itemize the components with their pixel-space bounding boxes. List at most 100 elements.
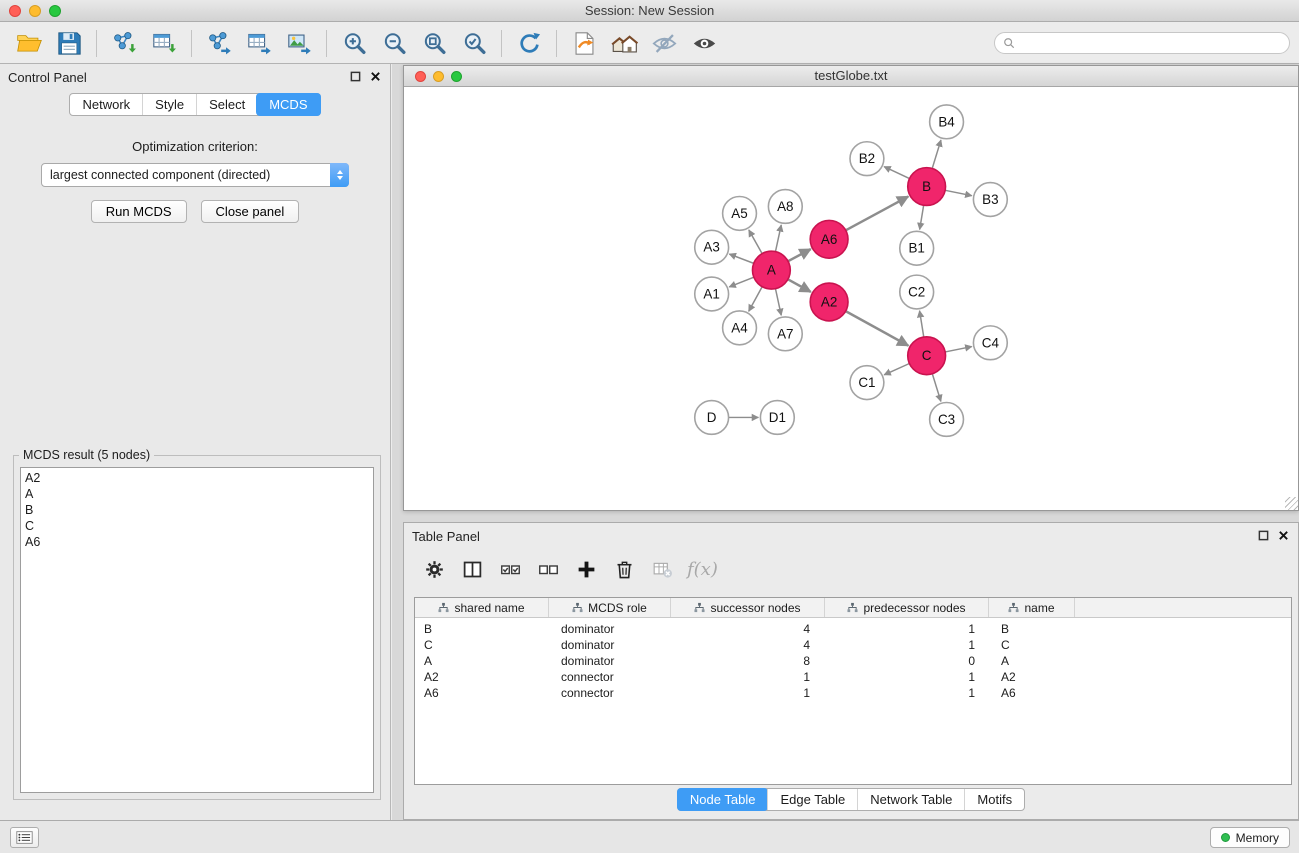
homes-icon[interactable] [604,27,644,59]
close-panel-button[interactable]: Close panel [201,200,300,223]
tab-motifs[interactable]: Motifs [964,789,1024,810]
table-cell[interactable]: 4 [671,622,825,636]
network-node-C1[interactable]: C1 [850,366,884,400]
network-edge-A-A4[interactable] [749,287,763,312]
table-cell[interactable]: B [989,622,1075,636]
close-window-button[interactable] [9,5,21,17]
tab-mcds[interactable]: MCDS [256,93,320,116]
columns-icon[interactable] [456,554,489,584]
tab-style[interactable]: Style [142,94,196,115]
close-panel-icon[interactable] [370,71,381,82]
memory-button[interactable]: Memory [1210,827,1290,848]
network-node-A4[interactable]: A4 [723,311,757,345]
dropdown-stepper-icon[interactable] [330,163,349,187]
network-edge-B-B2[interactable] [884,167,909,179]
tab-network[interactable]: Network [70,94,142,115]
import-table-icon[interactable] [144,27,184,59]
network-node-B2[interactable]: B2 [850,142,884,176]
run-mcds-button[interactable]: Run MCDS [91,200,187,223]
float-panel-icon[interactable] [1258,530,1269,541]
table-cell[interactable]: 1 [825,670,989,684]
table-cell[interactable]: 1 [825,638,989,652]
network-node-A6[interactable]: A6 [810,220,848,258]
zoom-selected-icon[interactable] [454,27,494,59]
network-edge-C-C3[interactable] [932,374,941,402]
table-cell[interactable]: 1 [671,670,825,684]
deselect-all-icon[interactable] [532,554,565,584]
network-edge-A-A6[interactable] [788,249,811,261]
table-cell[interactable]: C [989,638,1075,652]
table-row[interactable]: Adominator80A [415,653,1291,669]
network-zoom-button[interactable] [451,71,462,82]
tab-node-table[interactable]: Node Table [677,788,769,811]
add-icon[interactable] [570,554,603,584]
tab-edge-table[interactable]: Edge Table [767,789,857,810]
table-cell[interactable]: dominator [549,622,671,636]
table-cell[interactable]: C [415,638,549,652]
network-edge-B-B3[interactable] [945,190,972,195]
criterion-dropdown[interactable]: largest connected component (directed) [41,163,349,187]
table-row[interactable]: A2connector11A2 [415,669,1291,685]
hide-details-icon[interactable] [644,27,684,59]
table-cell[interactable]: 1 [671,686,825,700]
table-cell[interactable]: connector [549,686,671,700]
table-cell[interactable]: 0 [825,654,989,668]
network-edge-A2-C[interactable] [846,311,909,346]
network-node-B[interactable]: B [908,168,946,206]
fx-button[interactable]: f(x) [687,559,718,580]
zoom-fit-icon[interactable] [414,27,454,59]
network-node-A3[interactable]: A3 [695,230,729,264]
network-node-B3[interactable]: B3 [973,183,1007,217]
open-folder-icon[interactable] [9,27,49,59]
network-node-C2[interactable]: C2 [900,275,934,309]
show-details-icon[interactable] [684,27,724,59]
network-edge-B-B1[interactable] [920,205,924,229]
network-node-A7[interactable]: A7 [768,317,802,351]
network-node-A2[interactable]: A2 [810,283,848,321]
network-edge-A-A2[interactable] [788,279,811,292]
network-edge-A-A3[interactable] [729,254,753,263]
table-cell[interactable]: dominator [549,654,671,668]
table-cell[interactable]: 1 [825,622,989,636]
table-cell[interactable]: A [989,654,1075,668]
column-header-name[interactable]: name [989,598,1075,617]
network-edge-C-C4[interactable] [945,347,972,352]
table-row[interactable]: A6connector11A6 [415,685,1291,701]
resize-grip[interactable] [1285,497,1298,510]
mcds-result-item[interactable]: A2 [25,470,369,486]
select-all-icon[interactable] [494,554,527,584]
mcds-result-item[interactable]: C [25,518,369,534]
network-node-C4[interactable]: C4 [973,326,1007,360]
network-edge-C-C2[interactable] [920,311,924,337]
table-cell[interactable]: A6 [415,686,549,700]
column-header-predecessor-nodes[interactable]: predecessor nodes [825,598,989,617]
network-minimize-button[interactable] [433,71,444,82]
table-cell[interactable]: connector [549,670,671,684]
network-node-A8[interactable]: A8 [768,190,802,224]
tab-select[interactable]: Select [196,94,257,115]
table-cell[interactable]: A [415,654,549,668]
network-node-C[interactable]: C [908,337,946,375]
column-header-shared-name[interactable]: shared name [415,598,549,617]
save-icon[interactable] [49,27,89,59]
search-input[interactable] [1020,36,1281,50]
export-image-icon[interactable] [279,27,319,59]
table-cell[interactable]: 4 [671,638,825,652]
export-table-icon[interactable] [239,27,279,59]
network-close-button[interactable] [415,71,426,82]
network-edge-C-C1[interactable] [884,363,909,374]
network-node-B1[interactable]: B1 [900,231,934,265]
table-row[interactable]: Cdominator41C [415,637,1291,653]
mcds-result-item[interactable]: A [25,486,369,502]
mcds-result-list[interactable]: A2ABCA6 [20,467,374,793]
network-node-D1[interactable]: D1 [760,401,794,435]
column-header-successor-nodes[interactable]: successor nodes [671,598,825,617]
table-cell[interactable]: A6 [989,686,1075,700]
float-panel-icon[interactable] [350,71,361,82]
search-box[interactable] [994,32,1290,54]
table-cell[interactable]: dominator [549,638,671,652]
mcds-result-item[interactable]: A6 [25,534,369,550]
network-edge-A-A8[interactable] [775,225,781,252]
table-cell[interactable]: A2 [989,670,1075,684]
zoom-in-icon[interactable] [334,27,374,59]
